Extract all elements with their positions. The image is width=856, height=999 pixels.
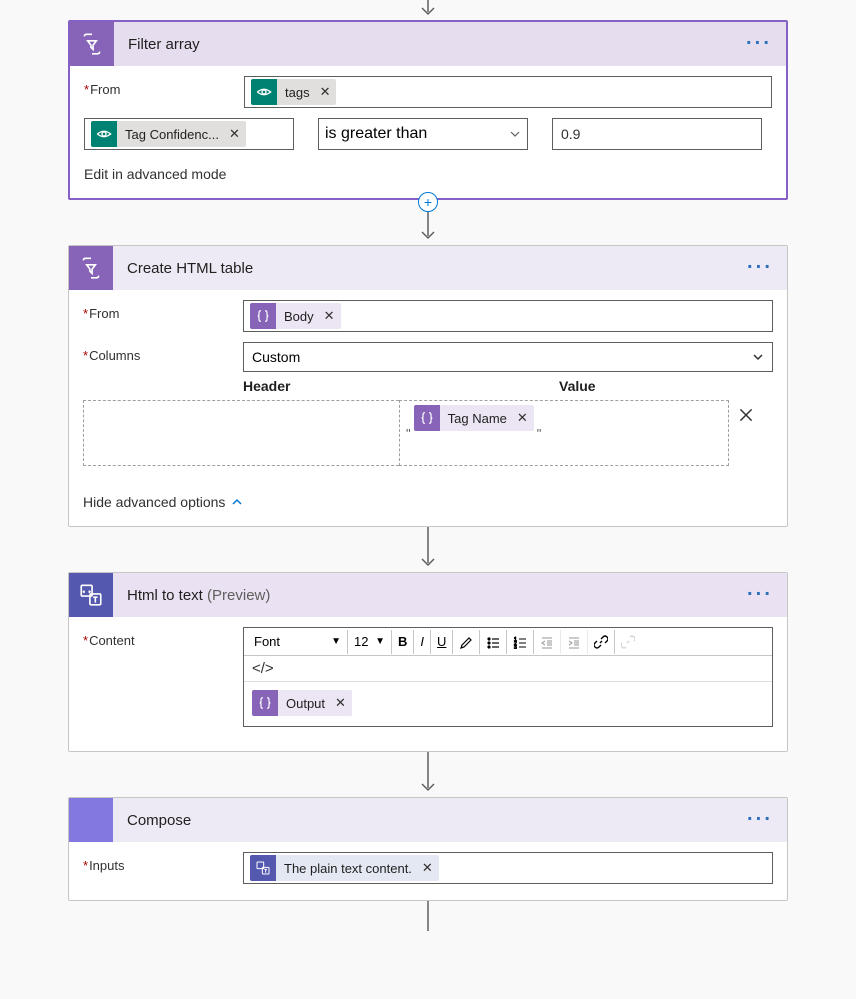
underline-button[interactable]: U [431,630,453,654]
tag-name-token[interactable]: Tag Name ✕ [414,405,534,431]
italic-button[interactable]: I [414,630,431,654]
html-from-label: *From [83,300,243,321]
filter-operator-value: is greater than [325,125,427,143]
create-html-table-menu[interactable]: ··· [747,257,773,280]
remove-token-icon[interactable]: ✕ [318,79,337,105]
braces-icon [414,405,440,431]
filter-array-icon [70,22,114,66]
braces-icon [252,690,278,716]
data-operation-icon [69,246,113,290]
outdent-button [534,630,561,654]
indent-button [561,630,588,654]
compose-card[interactable]: Compose ··· *Inputs [68,797,788,901]
html-to-text-icon [69,573,113,617]
filter-value-input[interactable] [552,118,762,150]
flow-arrow-plus: + [0,200,856,245]
rte-content-area[interactable]: Output ✕ [244,682,772,726]
plain-text-token[interactable]: The plain text content. ✕ [250,855,439,881]
create-html-table-title: Create HTML table [127,260,253,277]
eye-icon [91,121,117,147]
font-size-select[interactable]: 12▼ [348,630,392,654]
html-to-text-card[interactable]: Html to text (Preview) ··· *Content Font… [68,572,788,752]
filter-array-menu[interactable]: ··· [746,33,772,56]
chevron-up-icon [231,496,243,508]
html-to-text-menu[interactable]: ··· [747,584,773,607]
filter-array-title: Filter array [128,36,200,53]
flow-arrow [0,527,856,572]
remove-token-icon[interactable]: ✕ [515,405,534,431]
numbered-list-button[interactable]: 123 [507,630,534,654]
inputs-label: *Inputs [83,852,243,873]
chevron-down-icon [509,128,521,140]
bold-button[interactable]: B [392,630,414,654]
filter-operator-select[interactable]: is greater than [318,118,528,150]
filter-left-operand[interactable]: Tag Confidenc... ✕ [84,118,294,150]
font-select[interactable]: Font▼ [248,630,348,654]
braces-icon [250,303,276,329]
create-html-table-card[interactable]: Create HTML table ··· *From [68,245,788,527]
eye-icon [251,79,277,105]
chevron-down-icon [752,351,764,363]
tag-confidence-token[interactable]: Tag Confidenc... ✕ [91,121,246,147]
html-from-input[interactable]: Body ✕ [243,300,773,332]
remove-token-icon[interactable]: ✕ [420,855,439,881]
html-to-text-icon [250,855,276,881]
delete-row-button[interactable] [729,400,763,466]
filter-array-card[interactable]: Filter array ··· *From [68,20,788,200]
compose-menu[interactable]: ··· [747,809,773,832]
tags-token[interactable]: tags ✕ [251,79,336,105]
filter-from-input[interactable]: tags ✕ [244,76,772,108]
flow-arrow [0,752,856,797]
columns-select[interactable]: Custom [243,342,773,372]
content-label: *Content [83,627,243,648]
svg-text:3: 3 [514,645,517,649]
remove-token-icon[interactable]: ✕ [322,303,341,329]
rich-text-editor[interactable]: Font▼ 12▼ B I U 123 [243,627,773,727]
link-button[interactable] [588,630,615,654]
html-to-text-title: Html to text (Preview) [127,587,270,604]
columns-label: *Columns [83,342,243,363]
hide-advanced-options-link[interactable]: Hide advanced options [83,494,243,510]
filter-from-label: *From [84,76,244,97]
code-view-button[interactable]: </> [244,656,772,682]
flow-arrow-top [0,0,856,20]
kv-value-cell[interactable]: " Tag Name ✕ " [399,400,729,466]
highlight-button[interactable] [453,630,480,654]
filter-array-header[interactable]: Filter array ··· [70,22,786,66]
filter-value-field[interactable] [559,125,755,143]
compose-inputs-field[interactable]: The plain text content. ✕ [243,852,773,884]
unlink-button [615,630,641,654]
compose-title: Compose [127,812,191,829]
output-token[interactable]: Output ✕ [252,690,352,716]
compose-header[interactable]: Compose ··· [69,798,787,842]
html-to-text-header[interactable]: Html to text (Preview) ··· [69,573,787,617]
kv-header-cell[interactable] [83,400,399,466]
bullet-list-button[interactable] [480,630,507,654]
flow-arrow-bottom [0,901,856,931]
kv-header-label: Header [243,378,559,394]
edit-advanced-mode-link[interactable]: Edit in advanced mode [84,166,226,182]
kv-value-label: Value [559,378,773,394]
columns-select-value: Custom [252,349,300,365]
add-step-button[interactable]: + [418,192,438,212]
quote-mark: " [537,426,542,441]
body-token[interactable]: Body ✕ [250,303,341,329]
remove-token-icon[interactable]: ✕ [333,690,352,716]
create-html-table-header[interactable]: Create HTML table ··· [69,246,787,290]
remove-token-icon[interactable]: ✕ [227,121,246,147]
quote-mark: " [406,426,411,441]
compose-icon [69,798,113,842]
